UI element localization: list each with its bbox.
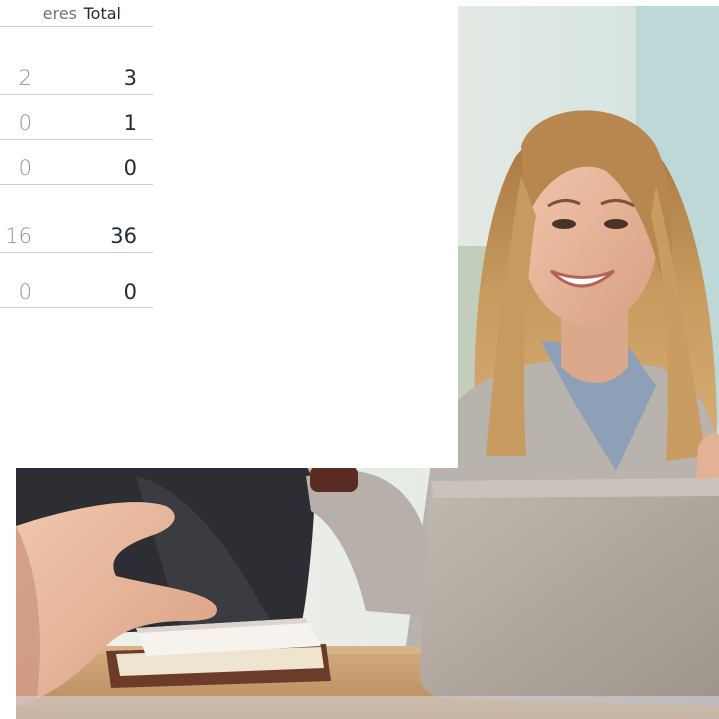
column-header-partial: eres — [42, 4, 77, 23]
page: eres Total 2 3 0 1 0 0 16 36 0 0 — [0, 0, 719, 719]
data-table: eres Total 2 3 0 1 0 0 16 36 0 0 — [0, 0, 153, 308]
table-row: 0 0 — [0, 140, 153, 185]
content-card: eres Total 2 3 0 1 0 0 16 36 0 0 — [0, 0, 458, 468]
table-cell-total: 0 — [123, 156, 137, 180]
table-cell-total: 0 — [123, 280, 137, 304]
table-header: eres Total — [0, 0, 153, 27]
table-cell-sub: 0 — [18, 111, 32, 135]
table-cell-total: 1 — [123, 111, 137, 135]
table-cell-total: 36 — [110, 224, 137, 248]
table-cell-sub: 0 — [18, 280, 32, 304]
table-cell-total: 3 — [123, 66, 137, 90]
column-header-total: Total — [83, 4, 121, 23]
table-row: 16 36 — [0, 185, 153, 253]
table-row: 0 0 — [0, 253, 153, 308]
table-row: 0 1 — [0, 95, 153, 140]
table-cell-sub: 2 — [18, 66, 32, 90]
table-cell-sub: 0 — [18, 156, 32, 180]
table-row: 2 3 — [0, 26, 153, 95]
table-cell-sub: 16 — [5, 224, 32, 248]
